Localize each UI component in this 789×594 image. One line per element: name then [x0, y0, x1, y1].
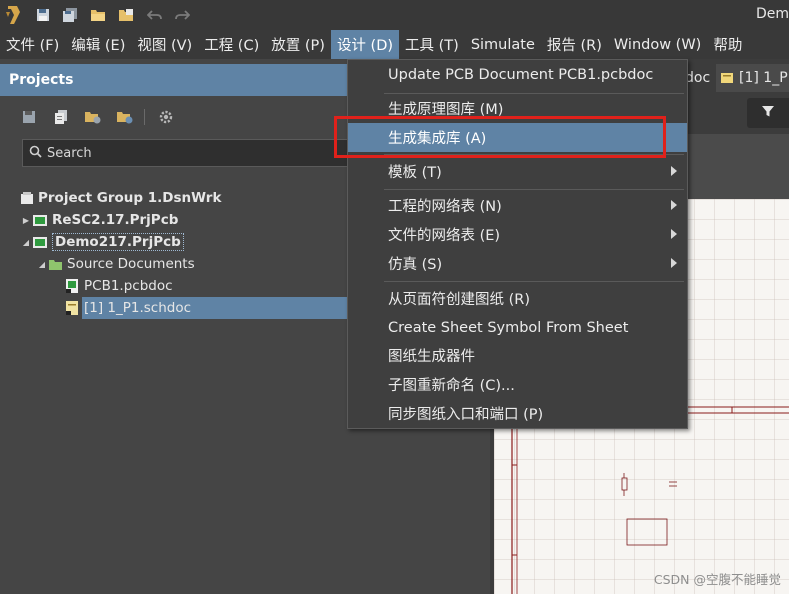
menu-item-sheet-to-component[interactable]: 图纸生成器件 — [348, 341, 687, 370]
menu-item-label: 工程的网络表 (N) — [388, 199, 502, 215]
submenu-arrow-icon — [671, 166, 677, 176]
menu-item-label: 仿真 (S) — [388, 257, 443, 273]
copy-documents-icon[interactable] — [52, 108, 70, 126]
menu-help[interactable]: 帮助 — [707, 30, 748, 59]
menu-separator — [384, 154, 684, 155]
search-icon — [29, 145, 42, 162]
save-icon[interactable] — [33, 5, 53, 25]
menu-file[interactable]: 文件 (F) — [0, 30, 65, 59]
menu-item-simulation[interactable]: 仿真 (S) — [348, 249, 687, 278]
save-all-icon[interactable] — [60, 5, 80, 25]
pcb-project-icon — [32, 213, 48, 227]
title-bar: Dem — [0, 0, 789, 30]
save-icon[interactable] — [20, 108, 38, 126]
folder-settings-icon[interactable] — [84, 108, 102, 126]
doc-tab-schematic[interactable]: [1] 1_P1 — [716, 64, 789, 92]
tree-item-source-documents[interactable]: ◢ Source Documents — [36, 253, 195, 275]
doc-tab-label: [1] 1_P1 — [739, 70, 789, 86]
menu-separator — [384, 189, 684, 190]
schematic-document-icon — [64, 300, 80, 316]
menu-place[interactable]: 放置 (P) — [265, 30, 331, 59]
expand-arrow-icon[interactable]: ▶ — [20, 216, 32, 225]
doc-tab-pcb[interactable]: doc — [685, 64, 710, 92]
tree-item-project-group[interactable]: Project Group 1.DsnWrk — [20, 187, 221, 209]
pcb-project-icon — [32, 235, 48, 249]
undo-icon[interactable] — [145, 5, 165, 25]
submenu-arrow-icon — [671, 229, 677, 239]
search-input[interactable] — [47, 145, 347, 161]
menu-item-templates[interactable]: 模板 (T) — [348, 157, 687, 186]
redo-icon[interactable] — [172, 5, 192, 25]
window-title: Dem — [755, 6, 789, 22]
menu-tools[interactable]: 工具 (T) — [399, 30, 465, 59]
tree-item-schematic-document[interactable]: [1] 1_P1.schdoc — [64, 297, 191, 319]
collapse-arrow-icon[interactable]: ◢ — [36, 260, 48, 269]
menu-item-rename-child-sheet[interactable]: 子图重新命名 (C)... — [348, 370, 687, 399]
menu-design[interactable]: 设计 (D) — [330, 30, 400, 59]
menu-separator — [384, 281, 684, 282]
menu-item-make-integrated-library[interactable]: 生成集成库 (A) — [348, 123, 687, 152]
menu-item-sync-sheet-entries[interactable]: 同步图纸入口和端口 (P) — [348, 399, 687, 428]
open-project-icon[interactable] — [116, 5, 136, 25]
menu-reports[interactable]: 报告 (R) — [541, 30, 608, 59]
tree-item-label: Source Documents — [67, 256, 195, 272]
menu-item-update-pcb[interactable]: Update PCB Document PCB1.pcbdoc — [348, 60, 687, 89]
filter-icon — [761, 104, 775, 122]
tree-item-label: Project Group 1.DsnWrk — [38, 190, 222, 206]
workspace-icon — [20, 191, 34, 205]
canvas-margin — [685, 134, 789, 199]
submenu-arrow-icon — [671, 258, 677, 268]
pcb-document-icon — [64, 278, 80, 294]
menu-simulate[interactable]: Simulate — [465, 30, 541, 59]
menu-item-label: 文件的网络表 (E) — [388, 228, 501, 244]
tree-item-project-resc[interactable]: ▶ ReSC2.17.PrjPcb — [20, 209, 178, 231]
tree-item-label: [1] 1_P1.schdoc — [84, 300, 192, 316]
collapse-arrow-icon[interactable]: ◢ — [20, 238, 32, 247]
menu-view[interactable]: 视图 (V) — [131, 30, 198, 59]
menu-item-project-netlist[interactable]: 工程的网络表 (N) — [348, 191, 687, 220]
watermark: CSDN @空腹不能睡觉 — [653, 572, 781, 587]
search-box[interactable] — [22, 139, 362, 167]
filter-button[interactable] — [747, 98, 789, 128]
menu-item-document-netlist[interactable]: 文件的网络表 (E) — [348, 220, 687, 249]
menu-edit[interactable]: 编辑 (E) — [65, 30, 131, 59]
design-menu-dropdown: Update PCB Document PCB1.pcbdoc 生成原理图库 (… — [347, 59, 688, 429]
menu-window[interactable]: Window (W) — [608, 30, 707, 59]
tree-item-label: PCB1.pcbdoc — [84, 278, 173, 294]
tree-item-label: ReSC2.17.PrjPcb — [52, 212, 179, 228]
schematic-document-icon — [720, 72, 734, 84]
menu-item-create-symbol-from-sheet[interactable]: Create Sheet Symbol From Sheet — [348, 313, 687, 342]
submenu-arrow-icon — [671, 200, 677, 210]
folder-icon — [48, 258, 63, 271]
menu-item-label: 模板 (T) — [388, 165, 442, 181]
menu-item-make-schematic-library[interactable]: 生成原理图库 (M) — [348, 94, 687, 123]
tree-item-pcb-document[interactable]: PCB1.pcbdoc — [64, 275, 173, 297]
toolbar-separator — [144, 109, 145, 125]
menu-bar: 文件 (F) 编辑 (E) 视图 (V) 工程 (C) 放置 (P) 设计 (D… — [0, 30, 789, 59]
panel-toolbar — [20, 107, 189, 127]
open-folder-icon[interactable] — [88, 5, 108, 25]
gear-icon[interactable] — [157, 108, 175, 126]
menu-item-create-sheet-from-symbol[interactable]: 从页面符创建图纸 (R) — [348, 284, 687, 313]
tree-item-project-demo[interactable]: ◢ Demo217.PrjPcb — [20, 231, 184, 253]
menu-project[interactable]: 工程 (C) — [198, 30, 265, 59]
tree-item-label: Demo217.PrjPcb — [52, 233, 184, 251]
app-logo-icon — [4, 4, 22, 26]
folder-check-icon[interactable] — [116, 108, 134, 126]
